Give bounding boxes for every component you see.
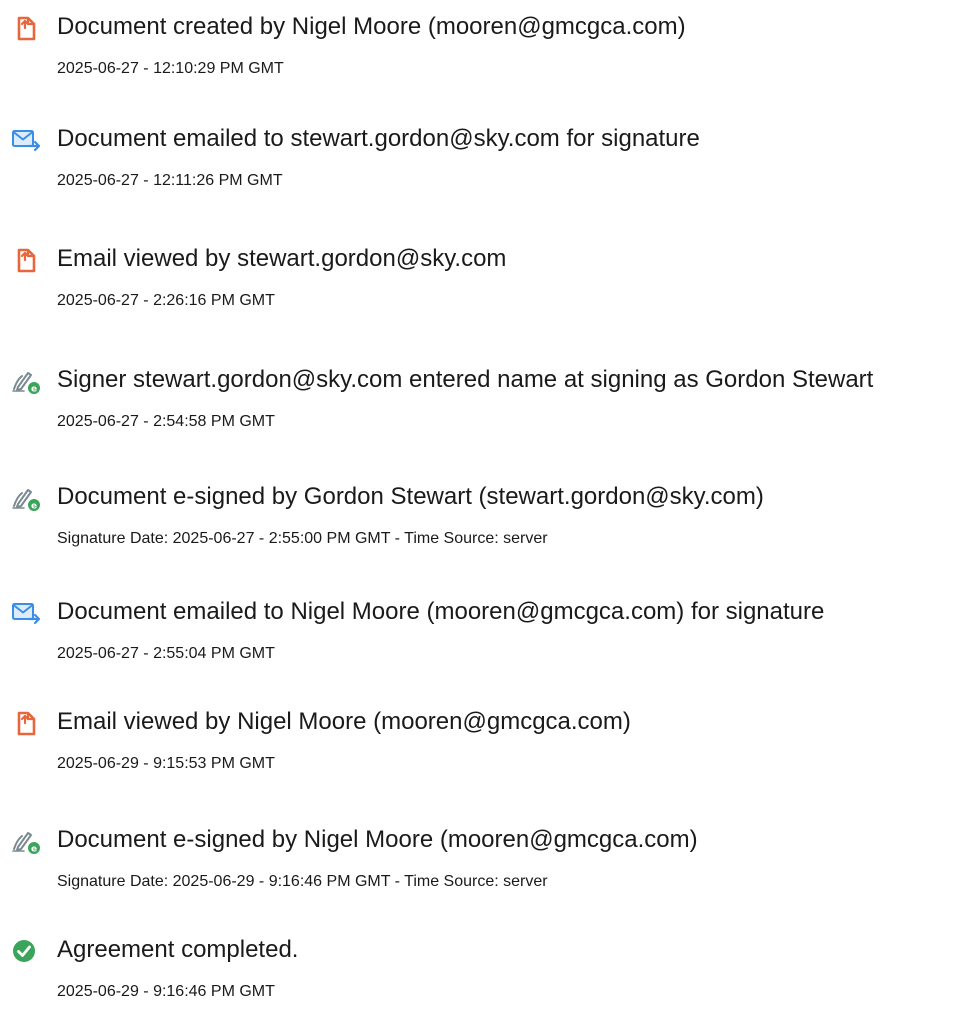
svg-text:e: e — [31, 845, 37, 855]
event-timestamp: 2025-06-27 - 12:11:26 PM GMT — [57, 172, 283, 189]
event-timestamp: 2025-06-29 - 9:15:53 PM GMT — [57, 755, 275, 772]
event-title: Document emailed to stewart.gordon@sky.c… — [57, 125, 700, 152]
event-title: Document emailed to Nigel Moore (mooren@… — [57, 598, 825, 625]
event-title: Agreement completed. — [57, 936, 299, 963]
audit-event: e Document e-signed by Nigel Moore (moor… — [0, 813, 968, 913]
audit-event: Email viewed by Nigel Moore (mooren@gmcg… — [0, 695, 968, 795]
event-title: Email viewed by Nigel Moore (mooren@gmcg… — [57, 708, 631, 735]
event-timestamp: 2025-06-27 - 2:55:04 PM GMT — [57, 645, 275, 662]
audit-event: Document emailed to stewart.gordon@sky.c… — [0, 112, 968, 212]
document-icon — [10, 12, 42, 44]
event-timestamp: 2025-06-27 - 2:26:16 PM GMT — [57, 292, 275, 309]
checkmark-circle-icon — [10, 935, 42, 967]
sign-icon: e — [10, 825, 42, 857]
event-title: Document e-signed by Nigel Moore (mooren… — [57, 826, 698, 853]
sign-icon: e — [10, 482, 42, 514]
event-timestamp: Signature Date: 2025-06-29 - 9:16:46 PM … — [57, 873, 548, 890]
document-icon — [10, 244, 42, 276]
event-title: Email viewed by stewart.gordon@sky.com — [57, 245, 507, 272]
event-title: Document created by Nigel Moore (mooren@… — [57, 13, 686, 40]
audit-event: e Document e-signed by Gordon Stewart (s… — [0, 470, 968, 570]
audit-event-list: Document created by Nigel Moore (mooren@… — [0, 0, 968, 1000]
audit-event: Document emailed to Nigel Moore (mooren@… — [0, 585, 968, 685]
event-timestamp: 2025-06-27 - 12:10:29 PM GMT — [57, 60, 284, 77]
audit-event: e Signer stewart.gordon@sky.com entered … — [0, 353, 968, 453]
audit-event: Document created by Nigel Moore (mooren@… — [0, 0, 968, 100]
event-title: Signer stewart.gordon@sky.com entered na… — [57, 366, 874, 393]
email-icon — [10, 597, 42, 629]
audit-event: Agreement completed. 2025-06-29 - 9:16:4… — [0, 923, 968, 1023]
event-title: Document e-signed by Gordon Stewart (ste… — [57, 483, 764, 510]
svg-text:e: e — [31, 385, 37, 395]
sign-icon: e — [10, 365, 42, 397]
email-icon — [10, 124, 42, 156]
event-timestamp: 2025-06-29 - 9:16:46 PM GMT — [57, 983, 275, 1000]
event-timestamp: Signature Date: 2025-06-27 - 2:55:00 PM … — [57, 530, 548, 547]
event-timestamp: 2025-06-27 - 2:54:58 PM GMT — [57, 413, 275, 430]
audit-event: Email viewed by stewart.gordon@sky.com 2… — [0, 232, 968, 332]
document-icon — [10, 707, 42, 739]
svg-text:e: e — [31, 502, 37, 512]
